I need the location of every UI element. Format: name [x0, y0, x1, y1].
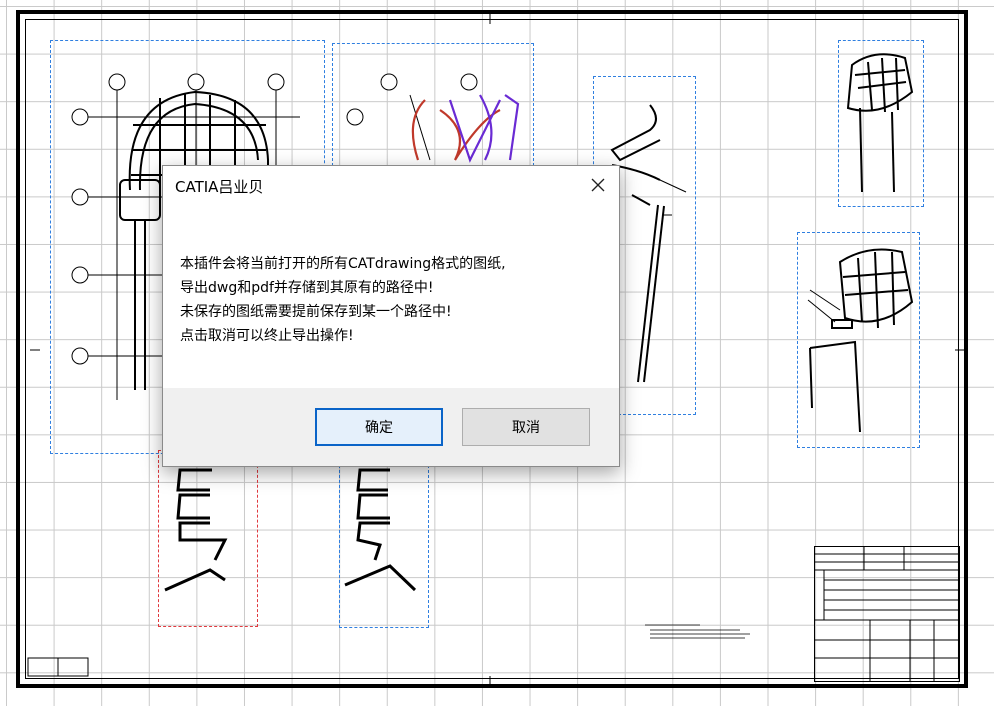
detail-view-right	[344, 468, 417, 592]
title-block	[814, 546, 960, 682]
ok-button[interactable]: 确定	[315, 408, 443, 446]
dialog-message: 本插件会将当前打开的所有CATdrawing格式的图纸, 导出dwg和pdf并存…	[180, 252, 605, 348]
chair-isometric-view	[846, 53, 914, 193]
close-icon[interactable]	[585, 172, 611, 198]
chair-exploded-view	[809, 248, 914, 433]
detail-view-left	[164, 468, 228, 592]
exploded-view-leaders	[807, 289, 841, 323]
bottom-left-symbol-box	[27, 657, 89, 677]
message-line: 点击取消可以终止导出操作!	[180, 328, 354, 344]
export-dialog: CATIA吕业贝 本插件会将当前打开的所有CATdrawing格式的图纸, 导出…	[162, 165, 620, 467]
message-line: 本插件会将当前打开的所有CATdrawing格式的图纸,	[180, 256, 506, 272]
dialog-title: CATIA吕业贝	[175, 178, 264, 196]
dialog-footer: 确定 取消	[163, 388, 619, 466]
section-profiles	[409, 94, 520, 163]
message-line: 未保存的图纸需要提前保存到某一个路径中!	[180, 304, 452, 320]
cancel-button[interactable]: 取消	[462, 408, 590, 446]
message-line: 导出dwg和pdf并存储到其原有的路径中!	[180, 280, 434, 296]
annotation-notes	[645, 624, 750, 639]
